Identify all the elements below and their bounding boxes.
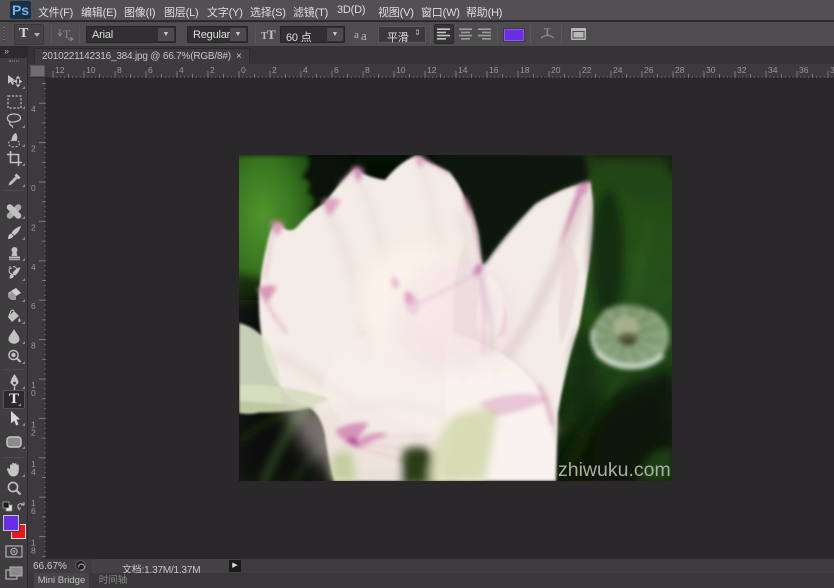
svg-text:a: a bbox=[354, 29, 359, 41]
svg-text:20: 20 bbox=[551, 65, 561, 75]
svg-text:32: 32 bbox=[737, 65, 747, 75]
svg-text:2: 2 bbox=[31, 427, 36, 437]
svg-text:4: 4 bbox=[31, 262, 36, 272]
svg-text:22: 22 bbox=[582, 65, 592, 75]
svg-text:6: 6 bbox=[31, 506, 36, 516]
svg-text:4: 4 bbox=[31, 104, 36, 114]
svg-text:0: 0 bbox=[31, 388, 36, 398]
svg-text:2: 2 bbox=[31, 144, 36, 154]
svg-text:8: 8 bbox=[117, 65, 122, 75]
svg-text:18: 18 bbox=[520, 65, 530, 75]
svg-text:0: 0 bbox=[31, 183, 36, 193]
svg-text:28: 28 bbox=[675, 65, 685, 75]
svg-text:34: 34 bbox=[768, 65, 778, 75]
svg-text:0: 0 bbox=[241, 65, 246, 75]
svg-text:8: 8 bbox=[31, 546, 36, 556]
svg-text:10: 10 bbox=[86, 65, 96, 75]
svg-text:2: 2 bbox=[210, 65, 215, 75]
svg-text:24: 24 bbox=[613, 65, 623, 75]
svg-text:zhiwuku.com: zhiwuku.com bbox=[558, 459, 671, 481]
svg-text:36: 36 bbox=[799, 65, 809, 75]
svg-text:8: 8 bbox=[31, 341, 36, 351]
svg-text:38: 38 bbox=[830, 65, 834, 75]
svg-text:30: 30 bbox=[706, 65, 716, 75]
svg-text:2: 2 bbox=[31, 222, 36, 232]
svg-text:6: 6 bbox=[148, 65, 153, 75]
svg-text:4: 4 bbox=[31, 467, 36, 477]
svg-text:4: 4 bbox=[303, 65, 308, 75]
svg-text:10: 10 bbox=[396, 65, 406, 75]
svg-text:4: 4 bbox=[179, 65, 184, 75]
svg-text:2: 2 bbox=[272, 65, 277, 75]
svg-text:26: 26 bbox=[644, 65, 654, 75]
svg-text:8: 8 bbox=[365, 65, 370, 75]
svg-text:12: 12 bbox=[55, 65, 65, 75]
svg-text:T: T bbox=[267, 27, 276, 41]
svg-text:12: 12 bbox=[427, 65, 437, 75]
svg-text:6: 6 bbox=[334, 65, 339, 75]
svg-text:14: 14 bbox=[458, 65, 468, 75]
svg-text:16: 16 bbox=[489, 65, 499, 75]
svg-text:6: 6 bbox=[31, 301, 36, 311]
svg-text:a: a bbox=[361, 28, 367, 41]
